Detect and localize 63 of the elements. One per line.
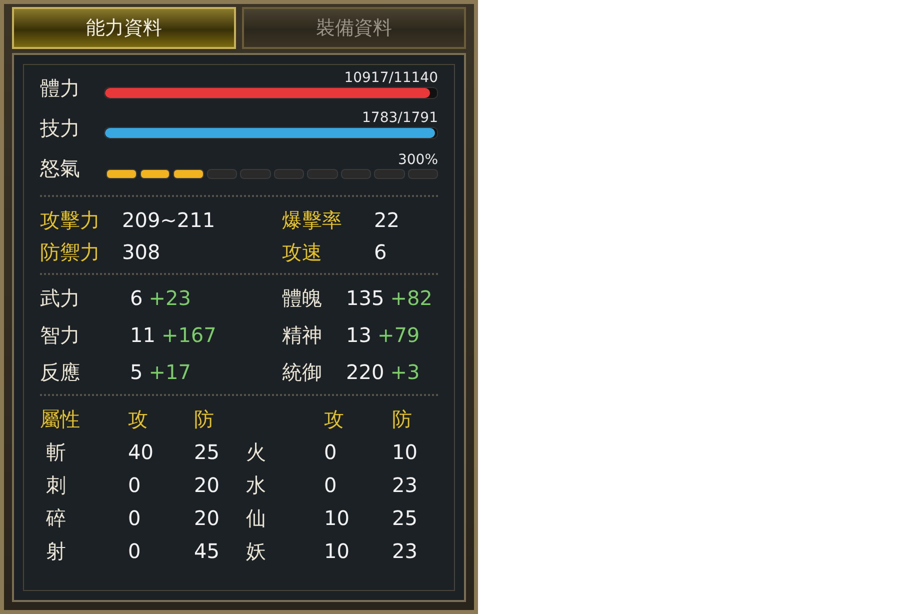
stat-value: 209~211 [122,207,216,233]
stat-value: 308 [122,239,162,265]
stat-label: 爆擊率 [282,207,343,233]
element-name: 刺 [45,472,67,499]
attribute-value: 135 [346,285,384,312]
gauge-reading: 300% [398,151,438,169]
stat-value: 6 [374,239,388,265]
table-cell-text: 0 [324,439,338,466]
gauge-label: 技力 [40,115,81,142]
gauge-label: 怒氣 [40,155,81,182]
element-name: 斬 [45,439,67,466]
attribute-bonus: +79 [377,322,420,349]
stat-value: 22 [374,207,400,233]
table-cell-text: 45 [194,538,220,565]
attribute-label: 武力 [40,285,81,312]
table-cell-text: 10 [392,439,418,466]
attribute-bonus: +82 [390,285,432,312]
gauge-label: 體力 [40,75,81,102]
column-header: 攻 [324,406,345,433]
attribute-bonus: +17 [148,359,191,386]
element-name: 碎 [45,505,67,532]
stat-label: 防禦力 [40,239,101,265]
gauge-reading: 1783/1791 [362,109,438,127]
attribute-bonus: +23 [148,285,191,312]
table-cell-text: 20 [194,505,220,532]
gauge-reading: 10917/11140 [344,69,438,87]
table-cell-text: 0 [128,472,142,499]
element-name: 火 [245,439,267,466]
column-header: 屬性 [40,406,81,433]
table-cell-text: 10 [324,505,350,532]
table-cell-text: 23 [392,538,418,565]
table-cell-text: 23 [392,472,418,499]
attribute-value: 13 [346,322,372,349]
element-name: 仙 [245,505,267,532]
table-cell-text: 25 [392,505,418,532]
column-header: 攻 [128,406,149,433]
tab[interactable]: 能力資料 [12,7,236,49]
element-name: 水 [245,472,267,499]
attribute-label: 精神 [282,322,323,349]
table-cell-text: 25 [194,439,220,466]
element-name: 妖 [245,538,267,565]
attribute-bonus: +167 [161,322,216,349]
table-cell-text: 0 [324,472,338,499]
table-cell-text: 0 [128,538,142,565]
stat-label: 攻速 [282,239,323,265]
attribute-label: 反應 [40,359,81,386]
attribute-label: 智力 [40,322,81,349]
attribute-bonus: +3 [390,359,420,386]
table-cell-text: 20 [194,472,220,499]
column-header: 防 [194,406,215,433]
attribute-value: 5 [130,359,143,386]
attribute-label: 體魄 [282,285,323,312]
stat-label: 攻擊力 [40,207,101,233]
table-cell-text: 0 [128,505,142,532]
table-cell-text: 40 [128,439,154,466]
attribute-label: 統御 [282,359,323,386]
table-cell-text: 10 [324,538,350,565]
column-header: 防 [392,406,413,433]
tab[interactable]: 裝備資料 [242,7,466,49]
attribute-value: 11 [130,322,156,349]
attribute-value: 220 [346,359,384,386]
attribute-value: 6 [130,285,143,312]
element-name: 射 [45,538,67,565]
